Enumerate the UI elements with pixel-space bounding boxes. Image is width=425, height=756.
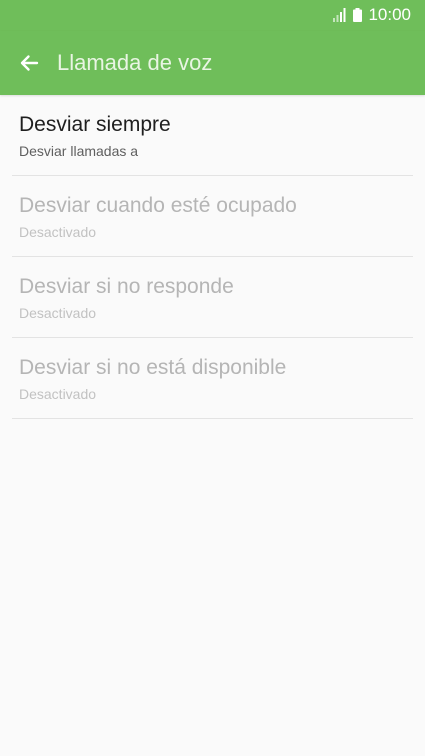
list-item-summary: Desactivado	[19, 224, 97, 240]
battery-icon	[353, 8, 363, 22]
page-title: Llamada de voz	[57, 50, 213, 75]
list-item-summary: Desviar llamadas a	[19, 143, 139, 159]
list-item-summary: Desactivado	[19, 305, 97, 321]
list-item-title: Desviar cuando esté ocupado	[19, 194, 297, 217]
divider	[12, 418, 413, 419]
list-item-always-forward[interactable]: Desviar siempre Desviar llamadas a	[0, 95, 425, 176]
arrow-left-icon	[20, 55, 39, 71]
back-button[interactable]	[12, 45, 46, 81]
signal-icon	[333, 8, 346, 22]
list-item-title: Desviar siempre	[19, 113, 171, 136]
list-item-title: Desviar si no está disponible	[19, 356, 287, 379]
list-item-forward-when-busy: Desviar cuando esté ocupado Desactivado	[0, 176, 425, 257]
list-item-title: Desviar si no responde	[19, 275, 234, 298]
status-bar: 10:00	[0, 0, 425, 31]
status-icons: 10:00	[333, 5, 411, 25]
status-time: 10:00	[368, 5, 411, 24]
list-item-summary: Desactivado	[19, 386, 97, 402]
forwarding-options-list: Desviar siempre Desviar llamadas a Desvi…	[0, 95, 425, 419]
list-item-forward-no-answer: Desviar si no responde Desactivado	[0, 257, 425, 338]
list-item-forward-unreachable: Desviar si no está disponible Desactivad…	[0, 338, 425, 419]
app-bar: Llamada de voz	[0, 31, 425, 95]
